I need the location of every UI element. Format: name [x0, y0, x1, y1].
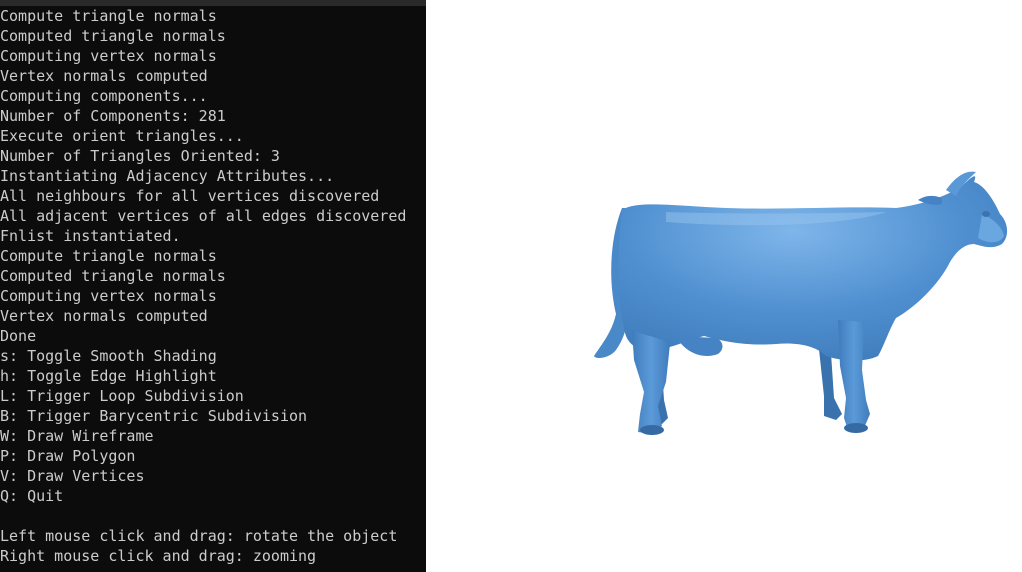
console-line: Computing vertex normals — [0, 287, 217, 305]
console-line: Computed triangle normals — [0, 27, 226, 45]
app-screen: Compute triangle normals Computed triang… — [0, 0, 1022, 572]
console-output: Compute triangle normals Computed triang… — [0, 6, 406, 566]
console-line: Fnlist instantiated. — [0, 227, 181, 245]
console-line: s: Toggle Smooth Shading — [0, 347, 217, 365]
console-line: P: Draw Polygon — [0, 447, 136, 465]
console-line: h: Toggle Edge Highlight — [0, 367, 217, 385]
render-viewport[interactable] — [426, 0, 1022, 572]
console-line: Computing vertex normals — [0, 47, 217, 65]
console-line: All adjacent vertices of all edges disco… — [0, 207, 407, 225]
console-line: V: Draw Vertices — [0, 467, 145, 485]
console-line: Computed triangle normals — [0, 267, 226, 285]
console-line: Q: Quit — [0, 487, 64, 505]
cow-model-icon[interactable] — [426, 0, 1022, 572]
console-line: L: Trigger Loop Subdivision — [0, 387, 244, 405]
console-line: Execute orient triangles... — [0, 127, 244, 145]
console-line: Vertex normals computed — [0, 67, 208, 85]
console-line: Left mouse click and drag: rotate the ob… — [0, 527, 398, 545]
console-line: Number of Triangles Oriented: 3 — [0, 147, 280, 165]
console-line: Right mouse click and drag: zooming — [0, 547, 317, 565]
console-line: W: Draw Wireframe — [0, 427, 154, 445]
console-line: Compute triangle normals — [0, 247, 217, 265]
console-line: B: Trigger Barycentric Subdivision — [0, 407, 308, 425]
console-line: Computing components... — [0, 87, 208, 105]
console-line: Vertex normals computed — [0, 307, 208, 325]
console-window: Compute triangle normals Computed triang… — [0, 0, 426, 572]
console-line: Instantiating Adjacency Attributes... — [0, 167, 335, 185]
console-line: All neighbours for all vertices discover… — [0, 187, 380, 205]
console-line: Compute triangle normals — [0, 7, 217, 25]
console-line: Number of Components: 281 — [0, 107, 226, 125]
console-line: Done — [0, 327, 37, 345]
